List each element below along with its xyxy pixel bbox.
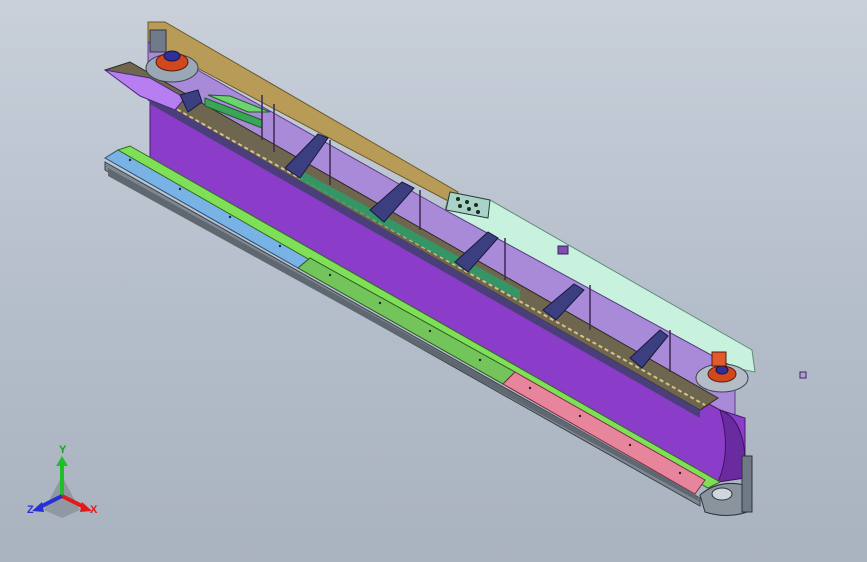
x-axis-label: X [90,504,98,516]
main-web-panel[interactable] [149,99,746,483]
cad-viewport[interactable]: Y X Z [0,0,867,562]
conveyor-assembly-model[interactable] [0,0,867,562]
y-axis-label: Y [59,444,67,456]
y-axis-arrow [56,456,68,466]
rail-lower-strip [150,95,700,418]
triad-graphic [32,456,92,518]
coordinate-triad: Y X Z [22,444,102,528]
z-axis-label: Z [27,504,34,516]
